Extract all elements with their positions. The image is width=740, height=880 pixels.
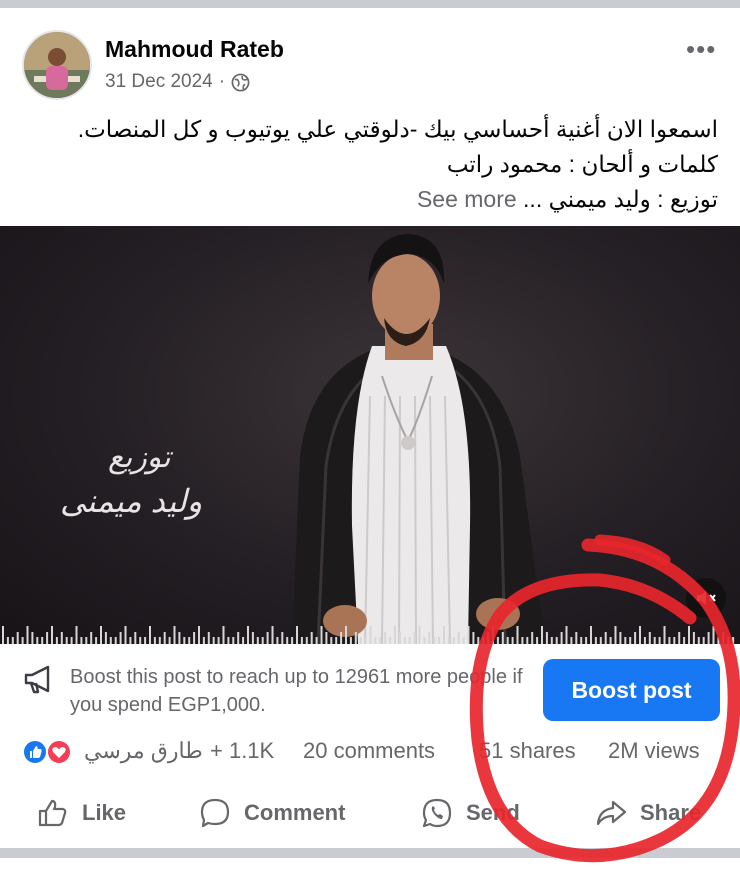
engagement-stats: طارق مرسي + 1.1K 20 comments 51 shares 2… — [0, 736, 740, 770]
post-date[interactable]: 31 Dec 2024 — [105, 71, 213, 93]
video-frame-artist — [292, 234, 545, 644]
video-overlay-label-2: وليد ميمنى — [60, 483, 203, 519]
shares-count[interactable]: 51 shares — [479, 738, 576, 764]
comment-button[interactable]: Comment — [198, 790, 345, 836]
feed-separator-bottom — [0, 848, 740, 858]
whatsapp-icon — [422, 798, 452, 828]
avatar-photo — [24, 32, 90, 98]
views-count: 2M views — [608, 738, 700, 763]
boost-post-button[interactable]: Boost post — [543, 659, 720, 721]
love-reaction-icon — [46, 739, 72, 765]
like-reaction-icon — [22, 739, 48, 765]
like-label: Like — [82, 800, 127, 825]
more-options-icon[interactable]: ••• — [686, 34, 716, 65]
post-text-line-1: اسمعوا الان أغنية أحساسي بيك -دلوقتي علي… — [77, 116, 718, 142]
like-button[interactable]: Like — [36, 790, 126, 836]
share-button[interactable]: Share — [594, 790, 701, 836]
post-text-line-2: كلمات و ألحان : محمود راتب — [446, 151, 718, 177]
send-label: Send — [466, 800, 520, 825]
muted-speaker-icon — [697, 591, 716, 605]
post-actions-bar: Like Comment Send Share — [0, 790, 740, 836]
post-meta: 31 Dec 2024 · — [105, 71, 250, 93]
boost-description: Boost this post to reach up to 12961 mor… — [70, 666, 523, 716]
share-label: Share — [640, 800, 702, 825]
author-avatar[interactable] — [22, 30, 92, 100]
reactors-names[interactable]: طارق مرسي — [84, 738, 203, 764]
comment-bubble-icon — [200, 798, 230, 828]
globe-icon — [231, 73, 250, 91]
send-button[interactable]: Send — [420, 790, 520, 836]
video-overlay-label-1: توزيع — [108, 441, 171, 474]
share-arrow-icon — [596, 800, 627, 826]
mute-toggle-button[interactable] — [686, 578, 726, 618]
video-player[interactable]: توزيع وليد ميمنى — [0, 226, 740, 644]
audio-waveform — [2, 626, 735, 644]
comments-count[interactable]: 20 comments — [303, 738, 435, 764]
reactions-count[interactable]: + 1.1K — [210, 738, 274, 764]
see-more-link[interactable]: See more — [417, 186, 517, 212]
reaction-icons[interactable] — [22, 739, 78, 765]
author-name[interactable]: Mahmoud Rateb — [105, 36, 284, 63]
thumbs-up-icon — [38, 799, 67, 827]
comment-label: Comment — [244, 800, 346, 825]
post-text-line-3-content: توزيع : وليد ميمني ... — [523, 186, 718, 212]
megaphone-icon — [24, 665, 50, 694]
meta-dot: · — [218, 71, 226, 92]
post-text-line-3: توزيع : وليد ميمني ... See more — [30, 182, 718, 217]
feed-separator-top — [0, 0, 740, 8]
